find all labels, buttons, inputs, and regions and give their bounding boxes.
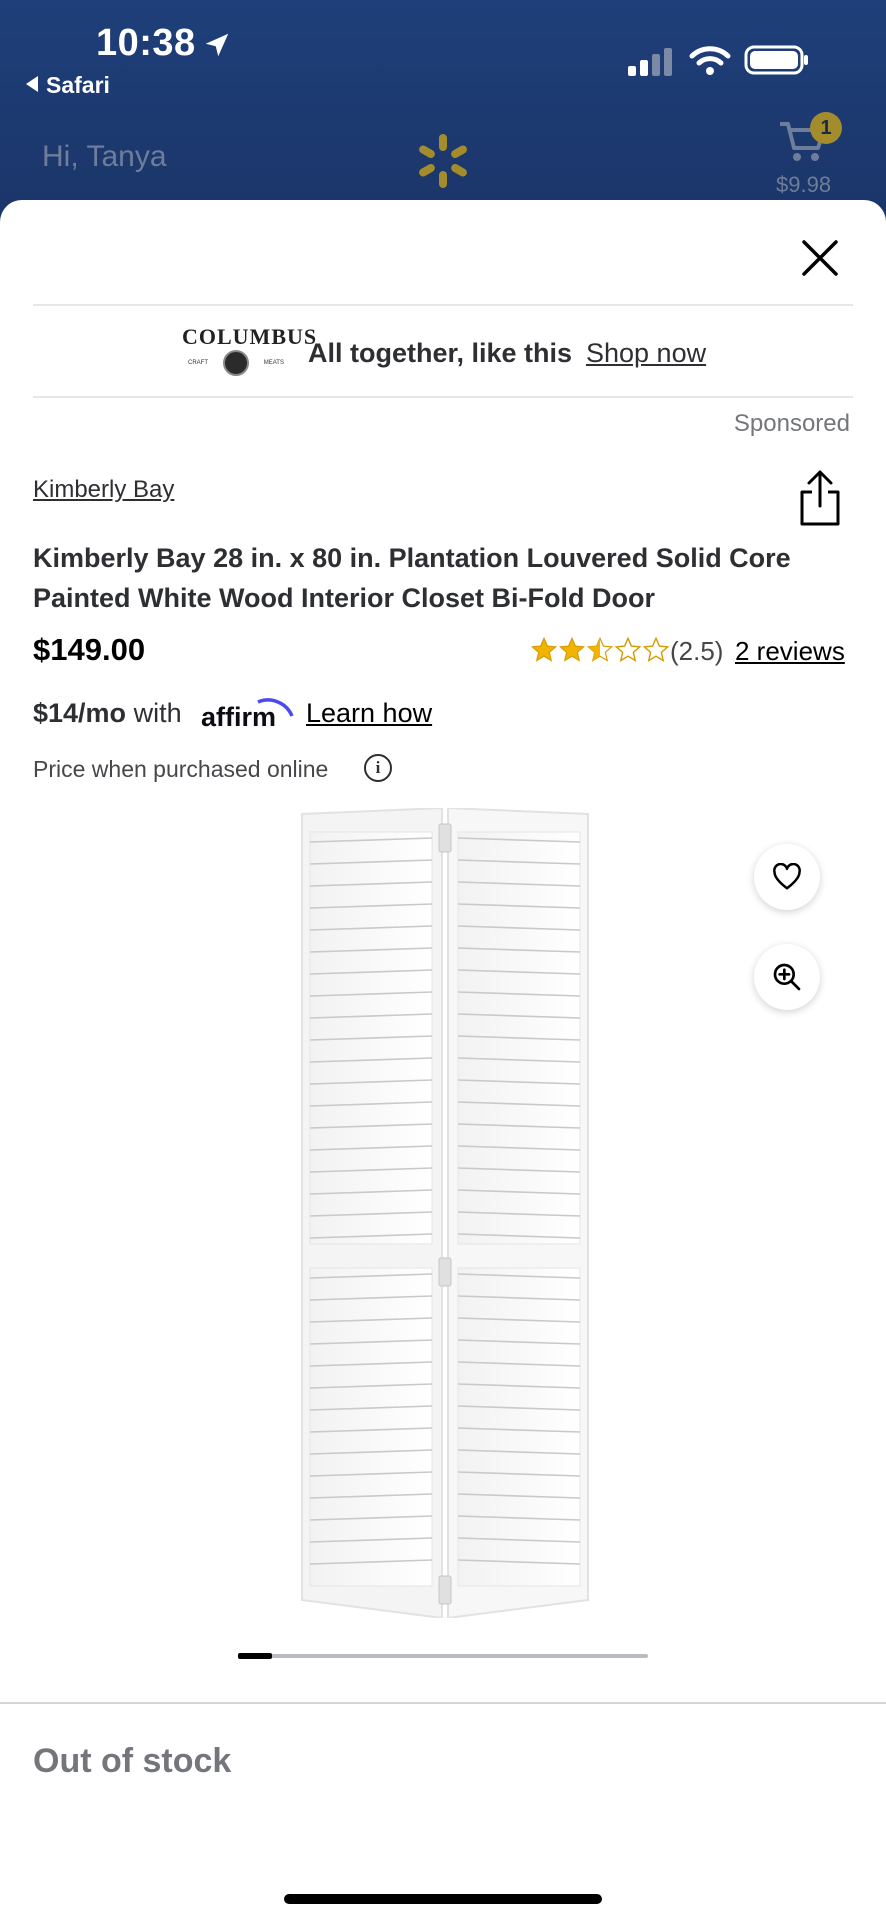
svg-text:affirm: affirm	[201, 702, 276, 732]
learn-how-link[interactable]: Learn how	[306, 698, 432, 729]
monthly-with: with	[133, 698, 182, 728]
star-full-icon	[558, 636, 586, 662]
back-app-label: Safari	[46, 72, 110, 98]
ad-headline: All together, like this	[308, 338, 573, 368]
product-image[interactable]	[300, 808, 590, 1618]
rating-value: (2.5)	[670, 636, 724, 666]
close-icon[interactable]	[800, 238, 840, 278]
walmart-spark-icon[interactable]	[414, 132, 472, 190]
product-title: Kimberly Bay 28 in. x 80 in. Plantation …	[33, 543, 791, 613]
divider	[0, 1702, 886, 1704]
cellular-signal-icon	[628, 48, 672, 76]
cart-total: $9.98	[776, 172, 832, 197]
info-icon[interactable]: i	[364, 754, 392, 782]
star-empty-icon	[642, 636, 670, 662]
carousel-track	[238, 1654, 648, 1658]
seal-icon	[222, 350, 249, 376]
ad-logo-word: COLUMBUS	[182, 324, 318, 349]
star-empty-icon	[614, 636, 642, 662]
price-note: Price when purchased online	[33, 756, 329, 782]
monthly-amount: $14/mo	[33, 698, 127, 728]
divider	[33, 304, 853, 306]
sponsored-label: Sponsored	[733, 410, 850, 437]
stock-status: Out of stock	[33, 1742, 232, 1780]
rating-stars	[530, 636, 670, 664]
zoom-in-icon	[773, 963, 801, 991]
share-icon[interactable]	[796, 468, 844, 528]
columbus-logo[interactable]: COLUMBUS CRAFT MEATS	[182, 324, 318, 380]
ad-logo-left: CRAFT	[188, 360, 208, 366]
reviews-link[interactable]: 2 reviews	[735, 636, 845, 667]
app-header: 10:38 Safari Hi, Tanya 1 $9.98	[0, 0, 886, 230]
ad-logo-sub: CRAFT MEATS	[182, 350, 290, 376]
home-indicator[interactable]	[284, 1894, 602, 1904]
back-to-app[interactable]: Safari	[26, 72, 110, 99]
shop-now-link[interactable]: Shop now	[586, 338, 706, 369]
affirm-logo: affirm	[201, 698, 294, 732]
monthly-payment: $14/mo with	[33, 698, 182, 729]
product-quick-view-sheet: COLUMBUS CRAFT MEATS All together, like …	[0, 200, 886, 1920]
star-full-icon	[530, 636, 558, 662]
divider	[33, 396, 853, 398]
favorite-button[interactable]	[754, 844, 820, 910]
back-triangle-icon	[26, 76, 38, 92]
greeting: Hi, Tanya	[42, 140, 167, 173]
cart-count-badge: 1	[810, 112, 842, 144]
brand-link[interactable]: Kimberly Bay	[33, 476, 174, 504]
wifi-icon	[689, 46, 731, 75]
carousel-indicator	[238, 1653, 272, 1659]
status-time: 10:38	[96, 22, 196, 64]
battery-icon	[744, 45, 808, 75]
zoom-button[interactable]	[754, 944, 820, 1010]
product-price: $149.00	[33, 632, 146, 667]
ad-logo-right: MEATS	[263, 360, 284, 366]
star-half-icon	[586, 636, 614, 662]
location-arrow-icon	[205, 33, 229, 57]
heart-icon	[773, 863, 801, 890]
